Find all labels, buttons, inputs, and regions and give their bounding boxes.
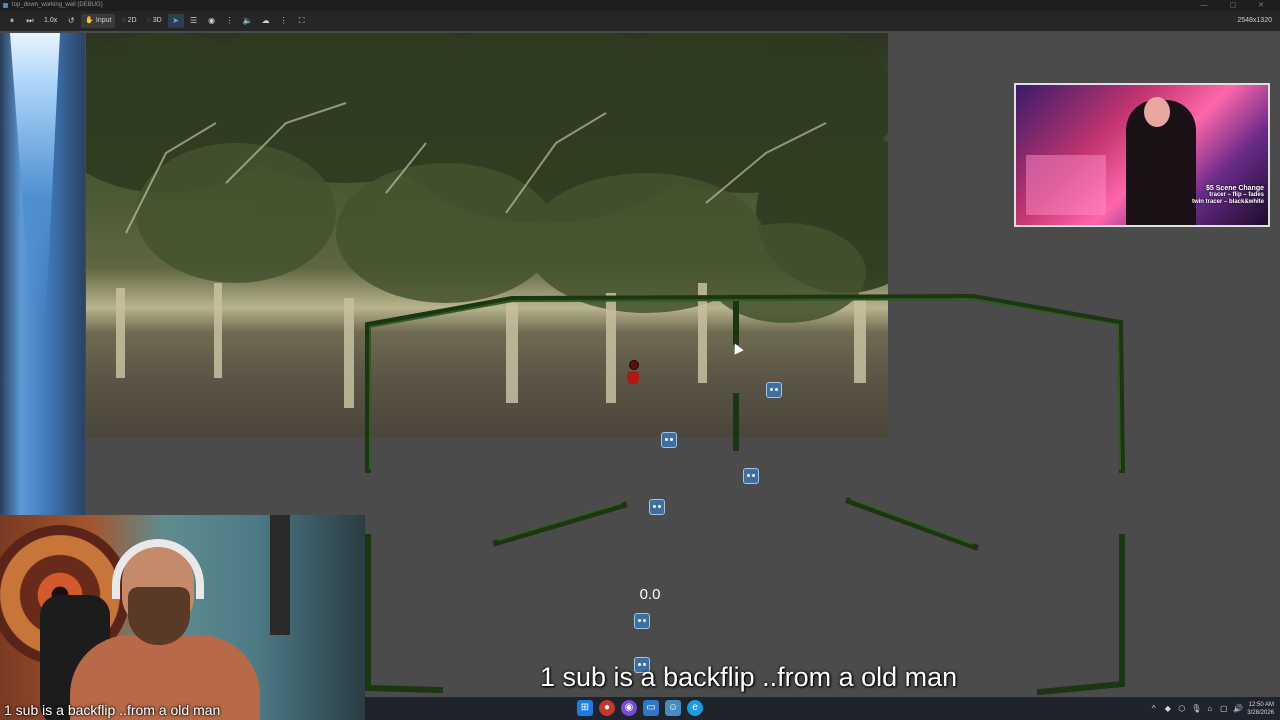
frame-step-icon[interactable]: ⏭ — [22, 14, 38, 28]
discord-icon[interactable]: ◉ — [621, 700, 637, 716]
pip-scene-text: $5 Scene Change tracer – flip – fades tw… — [1186, 185, 1264, 206]
microphone-arm — [270, 515, 290, 635]
godot-node-icon — [649, 499, 665, 515]
more-icon[interactable]: ⋮ — [222, 14, 238, 28]
audio-icon[interactable]: 🔈 — [240, 14, 256, 28]
2d-icon: ◌ — [121, 17, 126, 24]
windows-start-icon[interactable]: ⊞ — [577, 700, 593, 716]
pip-background-shelf — [1026, 155, 1106, 215]
camera-menu-icon[interactable]: ⋮ — [276, 14, 292, 28]
player-body — [627, 371, 639, 384]
chevron-up-icon[interactable]: ^ — [1149, 704, 1158, 713]
window-title: top_down_working_well (DEBUG) — [12, 2, 103, 8]
window-controls[interactable]: — ▢ ✕ — [1201, 0, 1274, 11]
3d-icon: ◌ — [146, 17, 151, 24]
app-tray-icon[interactable]: ◆ — [1163, 704, 1172, 713]
select-icon[interactable]: ➤ — [167, 14, 184, 28]
windows-taskbar: ⊞ ● ◉ ▭ ☺ e ^ ◆ ⬡ 🎙 ⌂ ▢ 🔊 12:50 AM 3/28/… — [365, 697, 1280, 720]
3d-mode-button[interactable]: ◌ 3D — [143, 14, 166, 28]
camera-override-icon[interactable]: ☁ — [258, 14, 274, 28]
headphones-icon — [112, 539, 204, 599]
2d-label: 2D — [127, 17, 137, 24]
input-icon: ✋ — [85, 17, 94, 24]
mic-icon[interactable]: 🎙 — [1191, 704, 1201, 713]
volume-icon[interactable]: 🔊 — [1233, 704, 1243, 713]
godot-node-icon — [743, 468, 759, 484]
game-toolbar: ⏸ ⏭ 1.0x ↺ ✋ Input ◌ 2D ◌ 3D ➤ ☰ ◉ ⋮ 🔈 ☁… — [0, 11, 1280, 31]
2d-mode-button[interactable]: ◌ 2D — [117, 14, 140, 28]
pip-scene-line2: tracer – flip – fades — [1209, 192, 1264, 198]
taskbar-clock[interactable]: 12:50 AM 3/28/2026 — [1247, 701, 1274, 717]
pip-camera-overlay: $5 Scene Change tracer – flip – fades tw… — [1014, 83, 1270, 227]
speed-dropdown[interactable]: 1.0x — [40, 14, 61, 28]
left-blue-panel — [0, 33, 85, 515]
pause-icon[interactable]: ⏸ — [4, 14, 20, 28]
system-tray: ^ ◆ ⬡ 🎙 ⌂ ▢ 🔊 12:50 AM 3/28/2026 — [1149, 697, 1274, 720]
ice-spike-graphic — [10, 33, 60, 333]
pip-face — [1144, 97, 1170, 127]
list-icon[interactable]: ☰ — [186, 14, 202, 28]
input-toggle-button[interactable]: ✋ Input — [81, 14, 116, 28]
clock-time: 12:50 AM — [1248, 701, 1274, 708]
clock-date: 3/28/2026 — [1247, 709, 1274, 716]
caption-large: 1 sub is a backflip ..from a old man — [540, 662, 958, 692]
forest-background-image — [86, 33, 888, 437]
forest-trees — [86, 33, 888, 408]
network-icon[interactable]: ⌂ — [1205, 704, 1214, 713]
edge-icon[interactable]: e — [687, 700, 703, 716]
godot-node-icon — [634, 613, 650, 629]
security-icon[interactable]: ⬡ — [1177, 704, 1186, 713]
3d-label: 3D — [152, 17, 162, 24]
player-head — [629, 360, 639, 370]
chrome-icon[interactable]: ● — [599, 700, 615, 716]
taskbar-apps: ⊞ ● ◉ ▭ ☺ e — [577, 700, 703, 716]
caption-small: 1 sub is a backflip ..from a old man — [4, 702, 221, 718]
display-icon[interactable]: ▢ — [1219, 704, 1228, 713]
player-character — [626, 360, 640, 386]
screen: top_down_working_well (DEBUG) — ▢ ✕ ⏸ ⏭ … — [0, 0, 1280, 720]
fullscreen-icon[interactable]: ⛶ — [294, 14, 310, 28]
godot-icon[interactable]: ☺ — [665, 700, 681, 716]
pip-scene-title: $5 Scene Change — [1206, 185, 1264, 192]
reset-speed-icon[interactable]: ↺ — [63, 14, 79, 28]
visibility-icon[interactable]: ◉ — [204, 14, 220, 28]
input-label: Input — [95, 17, 112, 24]
files-icon[interactable]: ▭ — [643, 700, 659, 716]
pip-scene-line3: twin tracer – black&white — [1191, 199, 1264, 205]
resolution-label: 2548x1320 — [1237, 17, 1272, 24]
godot-app-icon — [3, 3, 8, 8]
webcam-overlay — [0, 515, 365, 720]
game-timer: 0.0 — [639, 586, 661, 603]
window-title-bar: top_down_working_well (DEBUG) — ▢ ✕ — [0, 0, 1280, 11]
